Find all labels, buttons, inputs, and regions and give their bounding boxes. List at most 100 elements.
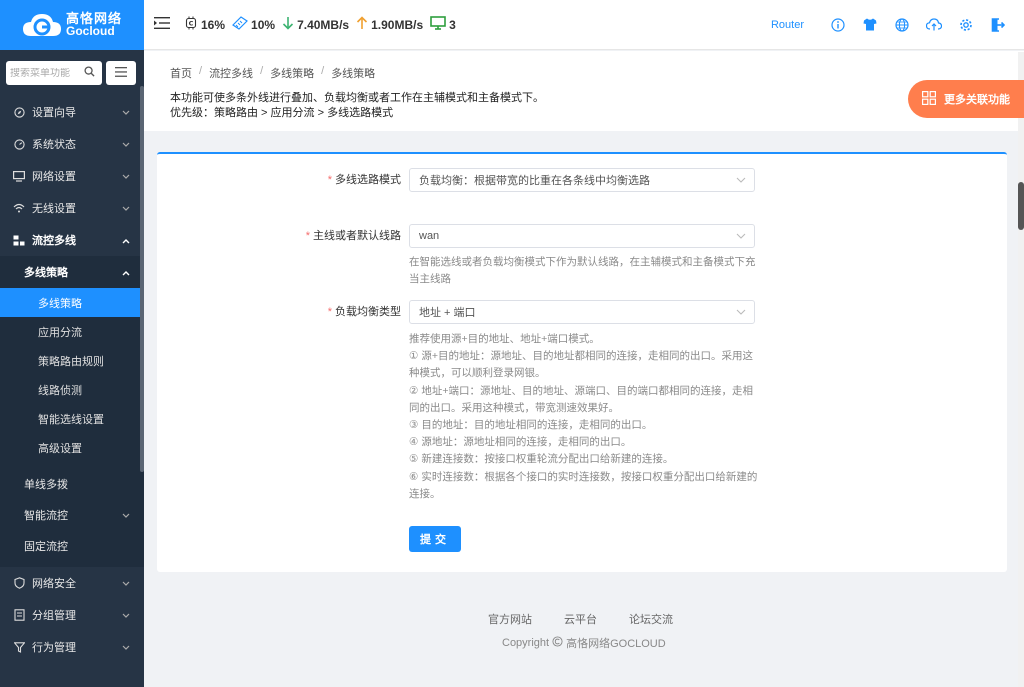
computer-icon (430, 16, 446, 33)
cpu-value: 16% (201, 17, 226, 32)
chevron-down-icon (122, 203, 130, 215)
sidebar-item-label: 流控多线 (32, 235, 76, 247)
shield-icon (12, 576, 26, 590)
breadcrumb-multiline-policy[interactable]: 多线策略 (270, 65, 314, 81)
memory-stat: 10% (232, 16, 275, 33)
cpu-stat: C 16% (184, 16, 225, 33)
tshirt-icon[interactable] (862, 17, 878, 33)
default-line-select[interactable]: wan (409, 224, 755, 248)
chevron-up-icon (122, 267, 130, 279)
upload-stat: 1.90MB/s (356, 16, 423, 33)
submenu-multiline-policy[interactable]: 多线策略 (0, 256, 144, 288)
breadcrumb-current: 多线策略 (331, 68, 376, 80)
sidebar-item-flow-control[interactable]: 流控多线 (0, 224, 144, 256)
list-icon (115, 66, 127, 80)
copyright-icon (552, 636, 563, 650)
footer-link-forum[interactable]: 论坛交流 (629, 611, 673, 627)
memory-value: 10% (251, 17, 276, 32)
sidebar-item-label: 行为管理 (32, 642, 76, 654)
submenu-leaf-policy-route[interactable]: 策略路由规则 (0, 346, 144, 375)
page-scrollbar-thumb[interactable] (1018, 182, 1024, 230)
devices-value: 3 (449, 17, 456, 32)
monitor-icon (12, 169, 26, 183)
submenu-single-line-multi-dial[interactable]: 单线多拨 (0, 468, 144, 499)
submenu-label: 单线多拨 (24, 478, 68, 491)
sidebar-scrollbar[interactable] (140, 86, 144, 472)
top-bar: C 16% 10% 7.40MB/s 1.90MB/s 3 Router (144, 0, 1024, 50)
submenu-smart-flow[interactable]: 智能流控 (0, 499, 144, 530)
more-related-features-button[interactable]: 更多关联功能 (908, 80, 1024, 118)
default-line-select-value: wan (419, 230, 440, 242)
footer-link-cloud-platform[interactable]: 云平台 (564, 611, 597, 627)
footer-links: 官方网站 云平台 论坛交流 (488, 611, 673, 627)
svg-text:C: C (189, 20, 194, 28)
priority-note: 优先级：策略路由 > 应用分流 > 多线选路模式 (170, 107, 394, 119)
grid-icon (922, 90, 936, 108)
chevron-down-icon (122, 610, 130, 622)
chevron-down-icon (122, 578, 130, 590)
sidebar-item-behavior-management[interactable]: 行为管理 (0, 631, 144, 663)
submenu-leaf-line-detect[interactable]: 线路侦测 (0, 375, 144, 404)
sidebar-item-label: 网络安全 (32, 578, 76, 590)
search-icon[interactable] (84, 66, 95, 80)
sidebar-item-system-status[interactable]: 系统状态 (0, 128, 144, 160)
memory-icon (232, 16, 248, 33)
submenu-title: 多线策略 (24, 267, 68, 279)
chevron-down-icon (122, 171, 130, 183)
sidebar-item-network-security[interactable]: 网络安全 (0, 567, 144, 599)
sidebar-item-network-settings[interactable]: 网络设置 (0, 160, 144, 192)
gear-icon[interactable] (958, 17, 974, 33)
logout-icon[interactable] (990, 17, 1006, 33)
sidebar-item-group-management[interactable]: 分组管理 (0, 599, 144, 631)
router-link[interactable]: Router (771, 19, 804, 31)
arrow-up-icon (356, 16, 368, 33)
page-scrollbar-track[interactable] (1018, 52, 1024, 687)
chevron-down-icon (122, 139, 130, 151)
chevron-down-icon (736, 307, 746, 319)
copyright-company: 高恪网络GOCLOUD (566, 638, 666, 650)
filter-icon (12, 640, 26, 654)
cpu-icon: C (184, 16, 198, 33)
default-line-help: 在智能选线或者负载均衡模式下作为默认线路，在主辅模式和主备模式下充当主线路 (409, 256, 756, 286)
submit-button[interactable]: 提交 (409, 526, 461, 552)
cloud-upload-icon[interactable] (926, 17, 942, 33)
sidebar-item-label: 分组管理 (32, 610, 76, 622)
sidebar-item-wireless-settings[interactable]: 无线设置 (0, 192, 144, 224)
compass-icon (12, 105, 26, 119)
footer-link-official-site[interactable]: 官方网站 (488, 611, 532, 627)
submenu-label: 固定流控 (24, 540, 68, 553)
download-value: 7.40MB/s (297, 17, 350, 32)
submenu-leaf-advanced[interactable]: 高级设置 (0, 433, 144, 462)
chevron-down-icon (122, 642, 130, 654)
sidebar-item-setup-wizard[interactable]: 设置向导 (0, 96, 144, 128)
globe-icon[interactable] (894, 17, 910, 33)
breadcrumb: 首页 / 流控多线 / 多线策略 / 多线策略 (170, 65, 376, 81)
arrow-down-icon (282, 16, 294, 33)
more-button-label: 更多关联功能 (944, 94, 1010, 106)
mode-select[interactable]: 负载均衡：根据带宽的比重在各条线中均衡选路 (409, 168, 755, 192)
submenu-leaf-app-split[interactable]: 应用分流 (0, 317, 144, 346)
balance-type-select[interactable]: 地址 + 端口 (409, 300, 755, 324)
upload-value: 1.90MB/s (371, 17, 424, 32)
breadcrumb-home[interactable]: 首页 (170, 65, 192, 81)
page-header: 首页 / 流控多线 / 多线策略 / 多线策略 本功能可使多条外线进行叠加、负载… (144, 51, 1024, 131)
logo[interactable]: 高恪网络 Gocloud (0, 0, 144, 50)
wifi-icon (12, 201, 26, 215)
sitemap-icon (12, 233, 26, 247)
breadcrumb-flow-control[interactable]: 流控多线 (209, 65, 253, 81)
submenu-leaf-multiline-policy[interactable]: 多线策略 (0, 288, 144, 317)
info-icon[interactable] (830, 17, 846, 33)
balance-type-label: * 负载均衡类型 (327, 306, 401, 318)
chevron-down-icon (736, 175, 746, 187)
balance-type-help: 推荐使用源+目的地址、地址+端口模式。 ① 源+目的地址：源地址、目的地址都相同… (409, 333, 758, 500)
submenu-leaf-smart-select[interactable]: 智能选线设置 (0, 404, 144, 433)
submenu-fixed-flow[interactable]: 固定流控 (0, 530, 144, 561)
menu-toggle-button[interactable] (106, 61, 136, 85)
gauge-icon (12, 137, 26, 151)
menu-search-box (6, 61, 102, 85)
collapse-sidebar-icon[interactable] (154, 17, 170, 32)
gocloud-logo-icon (22, 9, 62, 41)
mode-select-value: 负载均衡：根据带宽的比重在各条线中均衡选路 (419, 175, 650, 187)
menu-search-input[interactable] (10, 67, 84, 79)
sidebar: 高恪网络 Gocloud 设置向导 系统状态 网 (0, 0, 144, 687)
